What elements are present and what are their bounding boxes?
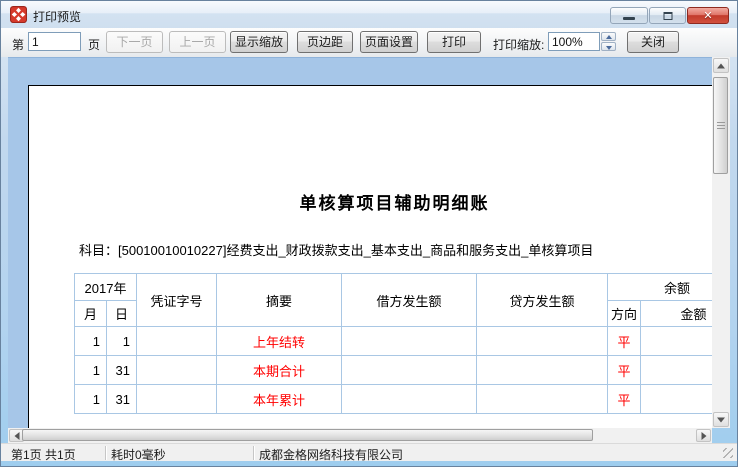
- table-row: 1 31 本期合计 平: [75, 356, 713, 385]
- vertical-scroll-thumb[interactable]: [713, 77, 728, 174]
- arrow-up-icon: [717, 63, 725, 68]
- maximize-icon: [663, 12, 672, 20]
- cell-debit: [342, 327, 477, 356]
- cell-voucher: [137, 356, 217, 385]
- cell-direction: 平: [608, 356, 641, 385]
- toolbar: 第 页 下一页 上一页 显示缩放 页边距 页面设置 打印 打印缩放: 关闭: [1, 28, 737, 57]
- cell-credit: [477, 356, 608, 385]
- print-preview-window: 打印预览 ✕ 第 页 下一页 上一页 显示缩放 页边距 页面设置 打印 打印缩放…: [0, 0, 738, 467]
- print-zoom-label: 打印缩放:: [493, 36, 544, 53]
- cell-direction: 平: [608, 385, 641, 414]
- document-title: 单核算项目辅助明细账: [29, 86, 712, 214]
- spinner-down-button[interactable]: [601, 42, 616, 51]
- cell-credit: [477, 385, 608, 414]
- cell-month: 1: [75, 356, 107, 385]
- scroll-right-button[interactable]: [696, 429, 711, 442]
- header-credit: 贷方发生额: [477, 274, 608, 327]
- spinner-up-icon: [606, 35, 612, 39]
- page-number-input[interactable]: [28, 32, 81, 51]
- cell-credit: [477, 327, 608, 356]
- print-button[interactable]: 打印: [427, 31, 481, 53]
- spinner-up-button[interactable]: [601, 32, 616, 41]
- cell-day: 31: [107, 356, 137, 385]
- display-zoom-button[interactable]: 显示缩放: [230, 31, 288, 53]
- title-bar: 打印预览 ✕: [1, 1, 737, 28]
- header-direction: 方向: [608, 301, 641, 327]
- status-bar: 第1页 共1页 耗时0毫秒 成都金格网络科技有限公司: [1, 443, 737, 461]
- subject-line: 科目：[50010010010227]经费支出_财政拨款支出_基本支出_商品和服…: [79, 240, 712, 259]
- header-month: 月: [75, 301, 107, 327]
- close-icon: ✕: [703, 9, 712, 22]
- spinner-down-icon: [606, 46, 612, 50]
- vertical-scrollbar[interactable]: [712, 57, 730, 428]
- prev-page-button[interactable]: 上一页: [169, 31, 226, 53]
- page-setup-button[interactable]: 页面设置: [360, 31, 418, 53]
- cell-amount: [641, 327, 712, 356]
- resize-grip[interactable]: [723, 448, 733, 458]
- minimize-icon: [623, 17, 635, 20]
- status-time-info: 耗时0毫秒: [111, 446, 166, 463]
- cell-month: 1: [75, 327, 107, 356]
- header-amount: 金额: [641, 301, 712, 327]
- close-preview-button[interactable]: 关闭: [627, 31, 679, 53]
- thumb-grip-icon: [717, 122, 725, 130]
- next-page-button[interactable]: 下一页: [106, 31, 163, 53]
- table-row: 1 31 本年累计 平: [75, 385, 713, 414]
- header-summary: 摘要: [217, 274, 342, 327]
- scroll-down-button[interactable]: [713, 412, 729, 427]
- header-year: 2017年: [75, 274, 137, 301]
- preview-area: 单核算项目辅助明细账 科目：[50010010010227]经费支出_财政拨款支…: [8, 57, 712, 428]
- minimize-button[interactable]: [610, 7, 648, 24]
- app-logo-icon: [10, 6, 27, 23]
- cell-day: 1: [107, 327, 137, 356]
- cell-day: 31: [107, 385, 137, 414]
- print-zoom-input[interactable]: [548, 32, 600, 51]
- horizontal-scrollbar[interactable]: [8, 428, 712, 443]
- arrow-left-icon: [14, 432, 19, 440]
- scroll-up-button[interactable]: [713, 58, 729, 73]
- cell-voucher: [137, 327, 217, 356]
- cell-voucher: [137, 385, 217, 414]
- page-prefix-label: 第: [12, 36, 24, 53]
- maximize-button[interactable]: [649, 7, 686, 24]
- horizontal-scroll-thumb[interactable]: [22, 429, 593, 441]
- cell-debit: [342, 385, 477, 414]
- cell-debit: [342, 356, 477, 385]
- status-company: 成都金格网络科技有限公司: [259, 446, 403, 463]
- page-margins-button[interactable]: 页边距: [297, 31, 353, 53]
- ledger-table: 2017年 凭证字号 摘要 借方发生额 贷方发生额 余额 月 日 方向 金额 1…: [74, 273, 712, 414]
- status-separator: [253, 446, 254, 460]
- header-day: 日: [107, 301, 137, 327]
- window-title: 打印预览: [33, 8, 81, 25]
- cell-amount: [641, 356, 712, 385]
- table-row: 1 1 上年结转 平: [75, 327, 713, 356]
- status-page-info: 第1页 共1页: [11, 446, 76, 463]
- cell-summary: 本期合计: [217, 356, 342, 385]
- cell-amount: [641, 385, 712, 414]
- header-balance: 余额: [608, 274, 712, 301]
- document-page: 单核算项目辅助明细账 科目：[50010010010227]经费支出_财政拨款支…: [28, 85, 712, 428]
- cell-summary: 本年累计: [217, 385, 342, 414]
- arrow-down-icon: [717, 417, 725, 422]
- header-debit: 借方发生额: [342, 274, 477, 327]
- cell-month: 1: [75, 385, 107, 414]
- print-zoom-spinner: [601, 32, 616, 51]
- page-suffix-label: 页: [88, 36, 100, 53]
- arrow-right-icon: [701, 432, 706, 440]
- cell-summary: 上年结转: [217, 327, 342, 356]
- status-separator: [105, 446, 106, 460]
- header-voucher: 凭证字号: [137, 274, 217, 327]
- cell-direction: 平: [608, 327, 641, 356]
- close-window-button[interactable]: ✕: [687, 7, 729, 24]
